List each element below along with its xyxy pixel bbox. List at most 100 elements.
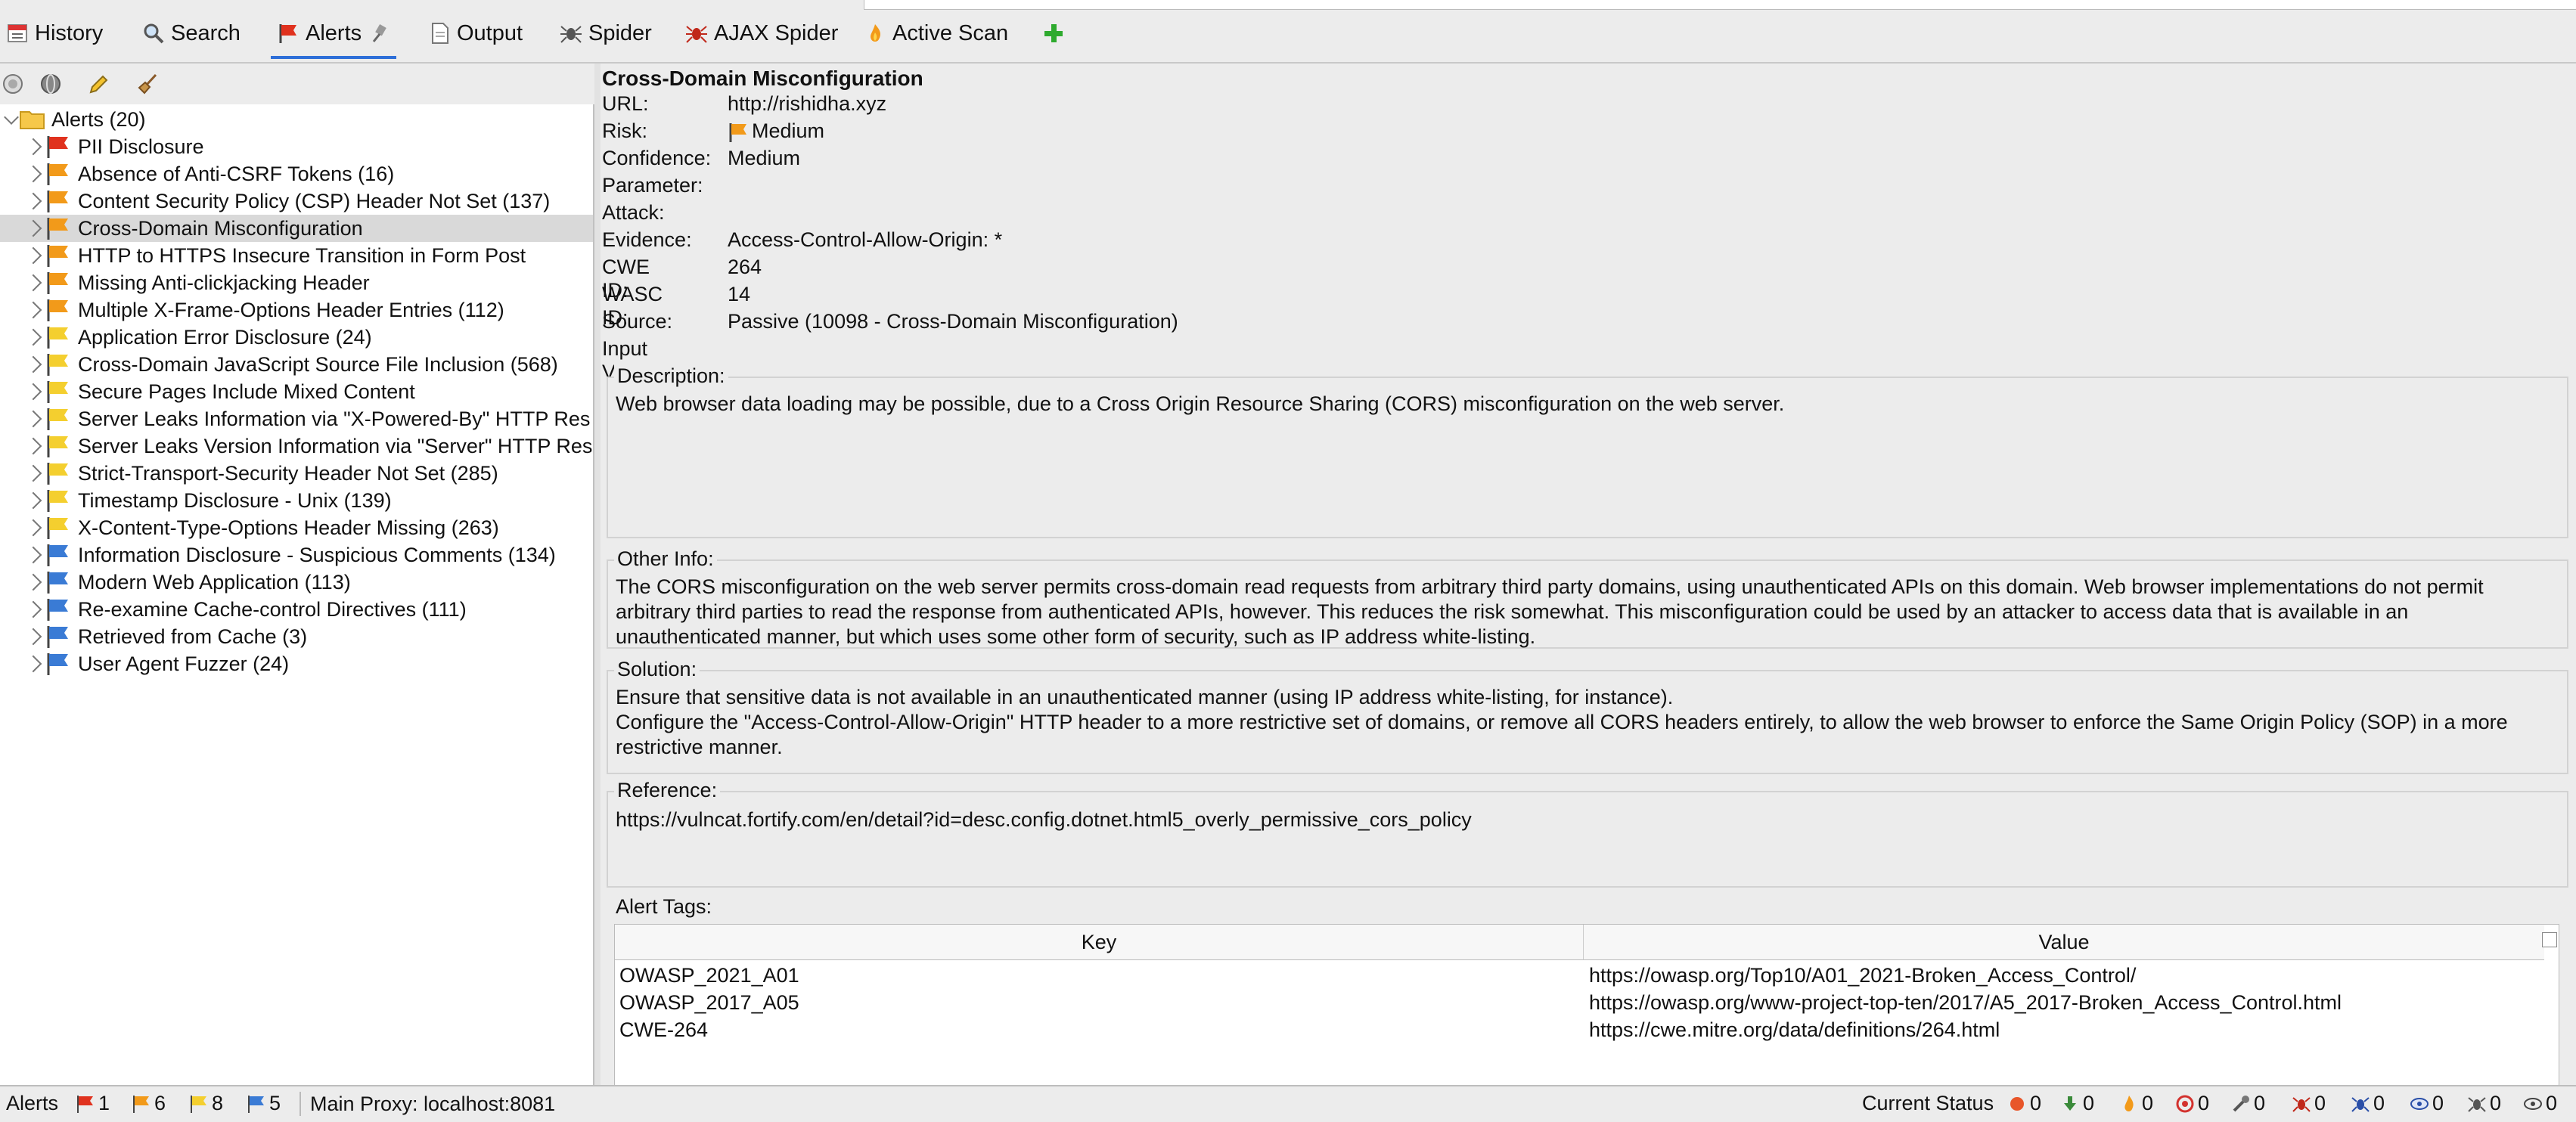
tag-key[interactable]: OWASP_2021_A01 <box>619 964 799 987</box>
alert-tags-box: Alert Tags: Key Value OWASP_2021_A01 htt… <box>607 895 2565 1108</box>
expand-arrow-icon[interactable] <box>24 219 42 237</box>
search-icon <box>142 22 165 45</box>
alert-tags-table[interactable]: Key Value OWASP_2021_A01 https://owasp.o… <box>614 924 2559 1104</box>
tree-item[interactable]: Retrieved from Cache (3) <box>0 623 593 650</box>
tree-item[interactable]: User Agent Fuzzer (24) <box>0 650 593 677</box>
tree-item[interactable]: Content Security Policy (CSP) Header Not… <box>0 188 593 215</box>
column-chooser-icon[interactable] <box>2542 932 2557 947</box>
tab-label: History <box>35 20 104 45</box>
add-tab-button[interactable] <box>1042 11 1065 56</box>
tree-item[interactable]: Server Leaks Version Information via "Se… <box>0 432 593 460</box>
tree-item[interactable]: Re-examine Cache-control Directives (111… <box>0 596 593 623</box>
tree-item[interactable]: Modern Web Application (113) <box>0 569 593 596</box>
tree-item[interactable]: Information Disclosure - Suspicious Comm… <box>0 541 593 569</box>
expand-arrow-icon[interactable] <box>24 410 42 428</box>
tab-history[interactable]: History <box>6 11 103 56</box>
spider-icon <box>2467 1094 2486 1114</box>
tree-item[interactable]: Absence of Anti-CSRF Tokens (16) <box>0 160 593 188</box>
status-item-view: 0 <box>2523 1092 2557 1115</box>
column-header-value[interactable]: Value <box>1584 925 2544 960</box>
expand-arrow-icon[interactable] <box>24 355 42 373</box>
expand-arrow-icon[interactable] <box>24 383 42 401</box>
edit-pencil-icon[interactable] <box>88 73 110 95</box>
tag-value[interactable]: https://owasp.org/Top10/A01_2021-Broken_… <box>1589 964 2136 987</box>
tree-item[interactable]: Missing Anti-clickjacking Header <box>0 269 593 296</box>
tree-item-label: Timestamp Disclosure - Unix (139) <box>78 488 392 512</box>
split-pane-divider[interactable] <box>594 64 601 1085</box>
tab-spider[interactable]: Spider <box>560 11 652 56</box>
expand-arrow-icon[interactable] <box>24 301 42 319</box>
tree-item-label: Content Security Policy (CSP) Header Not… <box>78 189 551 212</box>
info-risk-flag-icon <box>45 625 71 649</box>
tag-value[interactable]: https://cwe.mitre.org/data/definitions/2… <box>1589 1018 2000 1042</box>
expand-arrow-icon[interactable] <box>24 600 42 618</box>
expand-arrow-icon[interactable] <box>24 165 42 183</box>
field-value[interactable]: http://rishidha.xyz <box>728 92 886 116</box>
count: 5 <box>269 1092 281 1114</box>
tree-item[interactable]: Multiple X-Frame-Options Header Entries … <box>0 296 593 324</box>
spider-icon <box>560 22 582 45</box>
field-value: Medium <box>728 147 801 169</box>
source-editor-strip <box>864 0 2576 10</box>
scope-filter-icon[interactable] <box>2 73 24 95</box>
expand-arrow-icon[interactable] <box>24 437 42 455</box>
tree-item[interactable]: PII Disclosure <box>0 133 593 160</box>
expand-arrow-icon[interactable] <box>24 546 42 564</box>
target-icon <box>2175 1094 2194 1114</box>
count: 8 <box>212 1092 224 1114</box>
expand-arrow-icon[interactable] <box>24 274 42 292</box>
tag-value[interactable]: https://owasp.org/www-project-top-ten/20… <box>1589 991 2342 1015</box>
tree-item[interactable]: Timestamp Disclosure - Unix (139) <box>0 487 593 514</box>
tree-item[interactable]: Cross-Domain JavaScript Source File Incl… <box>0 351 593 378</box>
tree-item[interactable]: Cross-Domain Misconfiguration <box>0 215 593 242</box>
expand-arrow-icon[interactable] <box>4 110 19 125</box>
expand-arrow-icon[interactable] <box>24 192 42 210</box>
expand-arrow-icon[interactable] <box>24 246 42 265</box>
expand-arrow-icon[interactable] <box>24 491 42 510</box>
pin-icon[interactable] <box>368 22 390 45</box>
tree-root[interactable]: Alerts (20) <box>0 106 593 133</box>
field-value-wrap: Medium <box>728 119 824 143</box>
tab-alerts[interactable]: Alerts <box>271 11 397 59</box>
tag-key[interactable]: CWE-264 <box>619 1018 708 1042</box>
tab-active-scan[interactable]: Active Scan <box>864 11 1008 56</box>
expand-arrow-icon[interactable] <box>24 464 42 482</box>
tree-item[interactable]: Server Leaks Information via "X-Powered-… <box>0 405 593 432</box>
tab-search[interactable]: Search <box>142 11 241 56</box>
tag-key[interactable]: OWASP_2017_A05 <box>619 991 799 1015</box>
alert-tags-label: Alert Tags: <box>613 895 715 919</box>
tree-item[interactable]: Secure Pages Include Mixed Content <box>0 378 593 405</box>
expand-arrow-icon[interactable] <box>24 628 42 646</box>
solution-text[interactable]: Ensure that sensitive data is not availa… <box>616 685 2556 760</box>
status-item-ajax-spider: 0 <box>2292 1092 2326 1115</box>
tree-item[interactable]: Application Error Disclosure (24) <box>0 324 593 351</box>
expand-arrow-icon[interactable] <box>24 519 42 537</box>
expand-arrow-icon[interactable] <box>24 655 42 673</box>
tree-item[interactable]: Strict-Transport-Security Header Not Set… <box>0 460 593 487</box>
alert-count-info: 5 <box>247 1092 281 1115</box>
broom-icon[interactable] <box>136 73 159 95</box>
description-box: Description: Web browser data loading ma… <box>607 364 2568 538</box>
alert-count-medium: 6 <box>132 1092 166 1115</box>
tab-ajax-spider[interactable]: AJAX Spider <box>685 11 838 56</box>
expand-arrow-icon[interactable] <box>24 328 42 346</box>
tree-item[interactable]: X-Content-Type-Options Header Missing (2… <box>0 514 593 541</box>
other-info-text[interactable]: The CORS misconfiguration on the web ser… <box>616 575 2556 649</box>
tree-item-label: User Agent Fuzzer (24) <box>78 652 290 675</box>
solution-line: Configure the "Access-Control-Allow-Orig… <box>616 711 2508 758</box>
eye-icon <box>2523 1094 2542 1114</box>
spider-blue-icon <box>2351 1094 2370 1114</box>
globe-icon[interactable] <box>39 73 62 95</box>
medium-risk-flag-icon <box>45 162 71 186</box>
expand-arrow-icon[interactable] <box>24 573 42 591</box>
status-item-spider-blue: 0 <box>2351 1092 2385 1115</box>
description-text[interactable]: Web browser data loading may be possible… <box>616 392 2556 417</box>
expand-arrow-icon[interactable] <box>24 138 42 156</box>
field-key: URL: <box>602 92 649 115</box>
plus-icon <box>1042 22 1065 45</box>
tree-item[interactable]: HTTP to HTTPS Insecure Transition in For… <box>0 242 593 269</box>
reference-text[interactable]: https://vulncat.fortify.com/en/detail?id… <box>616 807 2556 832</box>
alerts-tree[interactable]: Alerts (20) PII Disclosure Absence of Ant… <box>0 104 594 1085</box>
tab-output[interactable]: Output <box>428 11 523 56</box>
column-header-key[interactable]: Key <box>615 925 1584 960</box>
